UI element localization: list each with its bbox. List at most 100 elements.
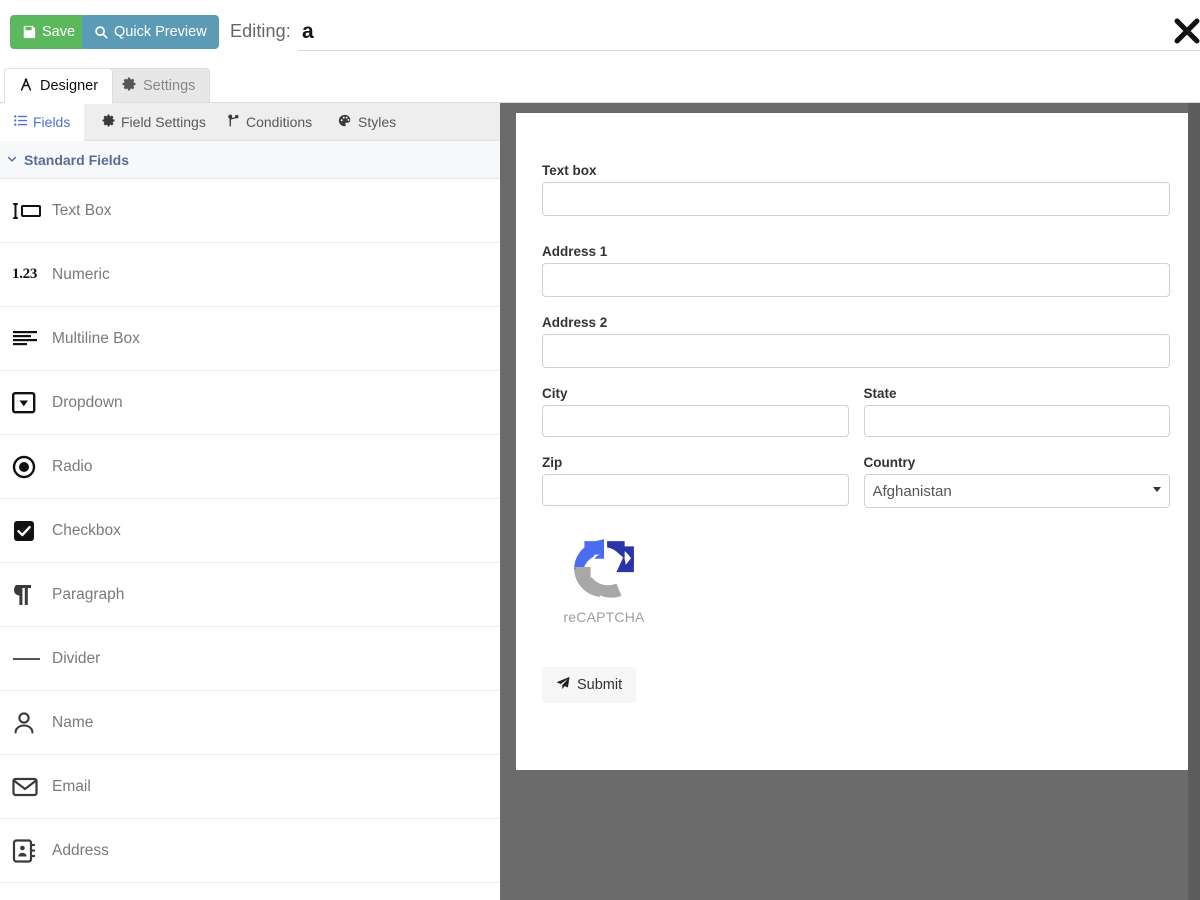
form-field-city: City (542, 386, 849, 437)
field-item-label: Dropdown (52, 393, 123, 411)
address-2-input[interactable] (542, 334, 1170, 368)
envelope-email-icon (12, 772, 46, 802)
field-item-label: Numeric (52, 265, 110, 283)
quick-preview-button[interactable]: Quick Preview (82, 15, 219, 49)
form-row-city-state: City State (542, 386, 1170, 437)
form-field-label: Address 1 (542, 244, 608, 259)
field-item-label: Text Box (52, 201, 112, 219)
zip-input[interactable] (542, 474, 849, 506)
field-item-label: Divider (52, 649, 101, 667)
country-select[interactable]: Afghanistan (863, 474, 1170, 508)
canvas-right-edge (1188, 103, 1200, 900)
field-item-paragraph[interactable]: Paragraph (0, 563, 500, 627)
state-input[interactable] (863, 405, 1170, 437)
save-button-label: Save (42, 24, 76, 40)
field-item-label: Checkbox (52, 521, 121, 539)
radio-circle-icon (12, 452, 46, 482)
drafting-compass-icon (19, 77, 33, 96)
form-field-country: Country Afghanistan (863, 455, 1170, 508)
field-item-label: Paragraph (52, 585, 125, 603)
city-input[interactable] (542, 405, 849, 437)
form-field-state: State (863, 386, 1170, 437)
form-field-address-2: Address 2 (542, 315, 1170, 368)
code-branch-icon (227, 114, 240, 131)
tab-conditions[interactable]: Conditions (213, 103, 326, 141)
tab-field-settings[interactable]: Field Settings (88, 103, 220, 141)
form-field-zip: Zip (542, 455, 849, 508)
gear-icon (102, 114, 115, 130)
divider-line-icon (12, 644, 46, 674)
field-item-email[interactable]: Email (0, 755, 500, 819)
fields-panel: Fields Field Settings Conditions Styles … (0, 103, 500, 900)
numeric-123-icon: 1.23 (12, 266, 38, 282)
recaptcha-logo-icon (554, 539, 654, 606)
form-field-text-box: Text box (542, 163, 1170, 216)
field-item-label: Multiline Box (52, 329, 140, 347)
recaptcha-widget[interactable]: reCAPTCHA (554, 536, 654, 625)
tab-settings[interactable]: Settings (107, 68, 211, 103)
gear-icon (122, 77, 136, 95)
main-tab-bar: Designer Settings (0, 62, 1200, 104)
tab-field-settings-label: Field Settings (121, 114, 206, 130)
field-item-divider[interactable]: Divider (0, 627, 500, 691)
submit-button[interactable]: Submit (542, 667, 637, 703)
form-field-label: Text box (542, 163, 597, 178)
form-preview-canvas: Text box Address 1 Address 2 City State (500, 103, 1200, 900)
magnifier-search-icon (94, 25, 108, 39)
tab-designer[interactable]: Designer (4, 68, 114, 104)
palette-icon (338, 114, 352, 131)
save-button[interactable]: Save (10, 15, 88, 49)
recaptcha-label: reCAPTCHA (563, 609, 645, 625)
field-item-label: Address (52, 841, 109, 859)
text-box-input[interactable] (542, 182, 1170, 216)
field-item-text-box[interactable]: Text Box (0, 179, 500, 243)
checkbox-checked-icon (12, 516, 46, 546)
field-item-radio[interactable]: Radio (0, 435, 500, 499)
field-item-multiline-box[interactable]: Multiline Box (0, 307, 500, 371)
editing-title-area: Editing: (230, 15, 1200, 55)
tab-fields[interactable]: Fields (0, 103, 85, 141)
tab-styles-label: Styles (358, 114, 397, 130)
form-card: Text box Address 1 Address 2 City State (516, 113, 1188, 770)
form-field-label: City (542, 386, 568, 401)
form-row-zip-country: Zip Country Afghanistan (542, 455, 1170, 508)
address-1-input[interactable] (542, 263, 1170, 297)
close-icon[interactable] (1170, 14, 1200, 48)
paragraph-pilcrow-icon (12, 580, 46, 610)
form-field-address-1: Address 1 (542, 244, 1170, 297)
field-item-label: Name (52, 713, 94, 731)
field-list[interactable]: Text Box 1.23 Numeric Multiline Box Drop… (0, 179, 500, 900)
field-item-checkbox[interactable]: Checkbox (0, 499, 500, 563)
editing-label: Editing: (230, 21, 291, 41)
form-title-input[interactable] (298, 15, 1200, 51)
list-ul-icon (14, 114, 27, 130)
field-item-numeric[interactable]: 1.23 Numeric (0, 243, 500, 307)
field-item-address[interactable]: Address (0, 819, 500, 883)
floppy-save-icon (22, 25, 36, 39)
field-item-label: Email (52, 777, 91, 795)
form-field-label: Zip (542, 455, 563, 470)
paper-plane-icon (556, 676, 570, 694)
address-book-icon (12, 836, 46, 866)
field-item-name[interactable]: Name (0, 691, 500, 755)
tab-conditions-label: Conditions (246, 114, 313, 130)
sub-tab-bar: Fields Field Settings Conditions Styles (0, 103, 500, 141)
chevron-down-icon (6, 152, 18, 168)
top-toolbar: Save Quick Preview Editing: (0, 0, 1200, 62)
tab-designer-label: Designer (40, 78, 99, 94)
field-item-label: Radio (52, 457, 93, 475)
tab-settings-label: Settings (143, 78, 196, 94)
text-box-icon (12, 196, 46, 226)
form-field-label: State (863, 386, 897, 401)
dropdown-caret-box-icon (12, 388, 46, 418)
tab-styles[interactable]: Styles (324, 103, 410, 141)
tab-fields-label: Fields (33, 114, 71, 130)
user-person-icon (12, 708, 46, 738)
form-field-label: Country (863, 455, 916, 470)
multiline-lines-icon (12, 324, 46, 354)
standard-fields-group-title: Standard Fields (24, 151, 130, 168)
standard-fields-group-header[interactable]: Standard Fields (0, 141, 500, 179)
submit-button-label: Submit (577, 677, 623, 693)
field-item-dropdown[interactable]: Dropdown (0, 371, 500, 435)
quick-preview-button-label: Quick Preview (114, 24, 207, 40)
